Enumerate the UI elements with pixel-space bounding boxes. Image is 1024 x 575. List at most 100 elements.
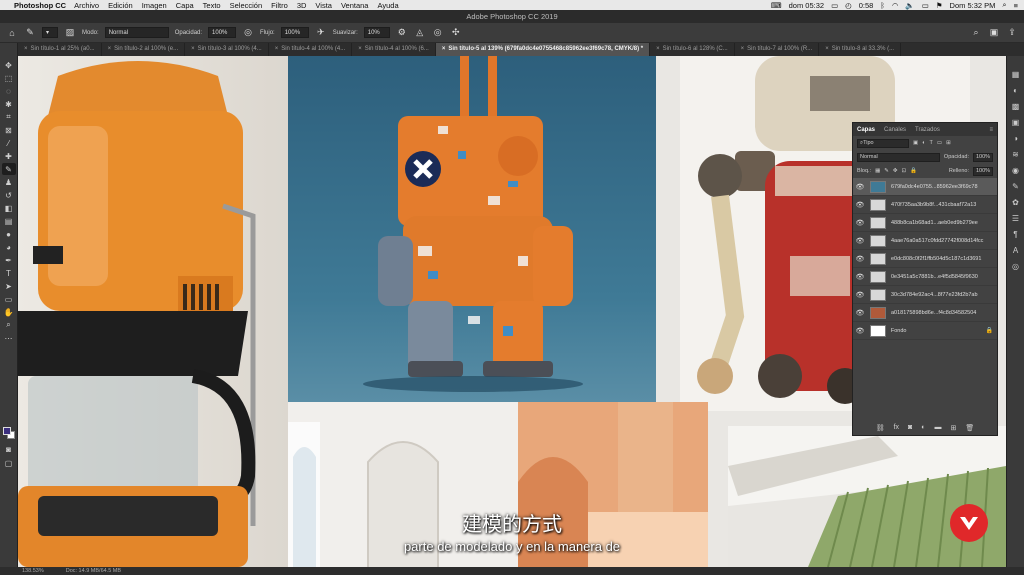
menu-archivo[interactable]: Archivo: [74, 1, 99, 10]
brush-tool-icon[interactable]: ✎: [1, 163, 16, 175]
home-icon[interactable]: ⌂: [6, 27, 18, 39]
wifi-icon[interactable]: ◠: [892, 1, 899, 10]
layer-row[interactable]: 👁 4aae76a0a517c0fdd27742f008d14fcc: [853, 232, 997, 250]
brush-size-picker[interactable]: ▾: [42, 27, 58, 38]
stamp-tool-icon[interactable]: ♟: [2, 176, 16, 188]
fx-icon[interactable]: fx: [894, 424, 899, 432]
volume-icon[interactable]: 🔈: [905, 1, 914, 10]
shape-tool-icon[interactable]: ▭: [2, 293, 16, 305]
fill-field[interactable]: 100%: [973, 166, 993, 176]
history-icon[interactable]: ▦: [1010, 68, 1022, 81]
delete-layer-icon[interactable]: 🗑: [965, 424, 974, 432]
settings-gear-icon[interactable]: ⚙: [396, 27, 408, 39]
doc-tab[interactable]: × Sin título-4 al 100% (4...: [269, 43, 353, 56]
panel-menu-icon[interactable]: ≡: [989, 127, 997, 133]
sync-icon[interactable]: ◴: [845, 1, 852, 10]
healing-tool-icon[interactable]: ✚: [2, 150, 16, 162]
layers-icon[interactable]: ≋: [1010, 148, 1022, 161]
keyboard-icon[interactable]: ⌨: [771, 1, 782, 10]
display-icon[interactable]: ▭: [831, 1, 838, 10]
glyphs-icon[interactable]: ¶: [1010, 228, 1022, 241]
screen-mode-icon[interactable]: ▢: [2, 457, 16, 469]
menu-imagen[interactable]: Imagen: [142, 1, 167, 10]
hand-tool-icon[interactable]: ✋: [2, 306, 16, 318]
type-tool-icon[interactable]: T: [2, 267, 16, 279]
visibility-eye-icon[interactable]: 👁: [853, 309, 867, 317]
layer-row[interactable]: 👁 470f735aa3b9b8f...431cbaaf72a13: [853, 196, 997, 214]
close-icon[interactable]: ×: [275, 46, 279, 52]
swatches-icon[interactable]: ▩: [1010, 100, 1022, 113]
move-tool-icon[interactable]: ✥: [2, 59, 16, 71]
doc-tab[interactable]: × Sin título-2 al 100% (e...: [102, 43, 186, 56]
brush-preset-icon[interactable]: ✎: [24, 27, 36, 39]
visibility-eye-icon[interactable]: 👁: [853, 183, 867, 191]
add-mask-icon[interactable]: ◙: [908, 424, 912, 432]
lock-all-icon[interactable]: 🔒: [910, 168, 917, 174]
menu-ayuda[interactable]: Ayuda: [377, 1, 398, 10]
filter-kind-select[interactable]: ⌕ Tipo: [857, 138, 909, 148]
menu-seleccion[interactable]: Selección: [230, 1, 263, 10]
layer-row[interactable]: 👁 679fa0dc4e0755...85962ee3f69c78: [853, 178, 997, 196]
workspace-icon[interactable]: ▣: [988, 27, 1000, 39]
menu-filtro[interactable]: Filtro: [271, 1, 288, 10]
properties-icon[interactable]: ☰: [1010, 212, 1022, 225]
crop-tool-icon[interactable]: ⌗: [2, 111, 16, 123]
eraser-tool-icon[interactable]: ◧: [2, 202, 16, 214]
app-menu[interactable]: Photoshop CC: [14, 1, 66, 10]
foreground-color-swatch[interactable]: [3, 427, 11, 435]
quick-mask-icon[interactable]: ◙: [2, 443, 16, 455]
dodge-tool-icon[interactable]: ◕: [2, 241, 16, 253]
brush-panel-icon[interactable]: ▨: [64, 27, 76, 39]
layer-opacity-field[interactable]: 100%: [973, 152, 993, 162]
mode-select[interactable]: Normal: [104, 27, 169, 38]
doc-tab-active[interactable]: × Sin título-5 al 139% (679fa0dc4e0755468…: [435, 43, 651, 56]
layer-row[interactable]: 👁 a018175898bd6e...f4c8d34582504: [853, 304, 997, 322]
visibility-eye-icon[interactable]: 👁: [853, 219, 867, 227]
link-layers-icon[interactable]: ⛓: [876, 424, 885, 432]
pressure-size-icon[interactable]: ◎: [432, 27, 444, 39]
symmetry-icon[interactable]: ✣: [450, 27, 462, 39]
close-icon[interactable]: ×: [24, 46, 28, 52]
new-layer-icon[interactable]: ⊞: [951, 424, 957, 432]
paragraph-icon[interactable]: A: [1010, 244, 1022, 257]
filter-pixel-icon[interactable]: ▣: [913, 140, 918, 146]
menu-ventana[interactable]: Ventana: [341, 1, 369, 10]
eyedropper-tool-icon[interactable]: ⁄: [2, 137, 16, 149]
lock-pixels-icon[interactable]: ▦: [875, 168, 880, 174]
color-icon[interactable]: ◐: [1010, 84, 1022, 97]
filter-adjust-icon[interactable]: ◐: [922, 140, 925, 146]
frame-tool-icon[interactable]: ⊠: [2, 124, 16, 136]
history-brush-tool-icon[interactable]: ↺: [2, 189, 16, 201]
visibility-eye-icon[interactable]: 👁: [853, 291, 867, 299]
filter-type-icon[interactable]: T: [930, 140, 933, 146]
tab-capas[interactable]: Capas: [857, 127, 875, 133]
navigator-icon[interactable]: ◎: [1010, 260, 1022, 273]
menu-vista[interactable]: Vista: [315, 1, 332, 10]
close-icon[interactable]: ×: [442, 46, 446, 52]
smooth-field[interactable]: 10%: [363, 27, 390, 38]
close-icon[interactable]: ×: [825, 46, 829, 52]
menu-capa[interactable]: Capa: [176, 1, 194, 10]
search-icon[interactable]: ⌕: [1002, 0, 1006, 10]
pen-tool-icon[interactable]: ✒: [2, 254, 16, 266]
battery-icon[interactable]: ▭: [922, 1, 929, 10]
more-tools-icon[interactable]: ⋯: [2, 332, 16, 344]
flow-field[interactable]: 100%: [280, 27, 309, 38]
zoom-level[interactable]: 138.53%: [22, 568, 44, 574]
visibility-eye-icon[interactable]: 👁: [853, 255, 867, 263]
menu-3d[interactable]: 3D: [297, 1, 307, 10]
libraries-icon[interactable]: ▣: [1010, 116, 1022, 129]
close-icon[interactable]: ×: [656, 46, 660, 52]
filter-shape-icon[interactable]: ▭: [937, 140, 942, 146]
share-icon[interactable]: ⇪: [1006, 27, 1018, 39]
lock-position-icon[interactable]: ✥: [893, 168, 898, 174]
lock-artboard-icon[interactable]: ⊡: [902, 168, 907, 174]
airbrush-icon[interactable]: ✈: [315, 27, 327, 39]
blend-mode-select[interactable]: Normal: [857, 152, 940, 162]
opacity-field[interactable]: 100%: [208, 27, 237, 38]
visibility-eye-icon[interactable]: 👁: [853, 237, 867, 245]
doc-tab[interactable]: × Sin título-7 al 100% (R...: [735, 43, 820, 56]
filter-smart-icon[interactable]: ⊞: [946, 140, 951, 146]
paths-icon[interactable]: ✎: [1010, 180, 1022, 193]
close-icon[interactable]: ×: [741, 46, 745, 52]
